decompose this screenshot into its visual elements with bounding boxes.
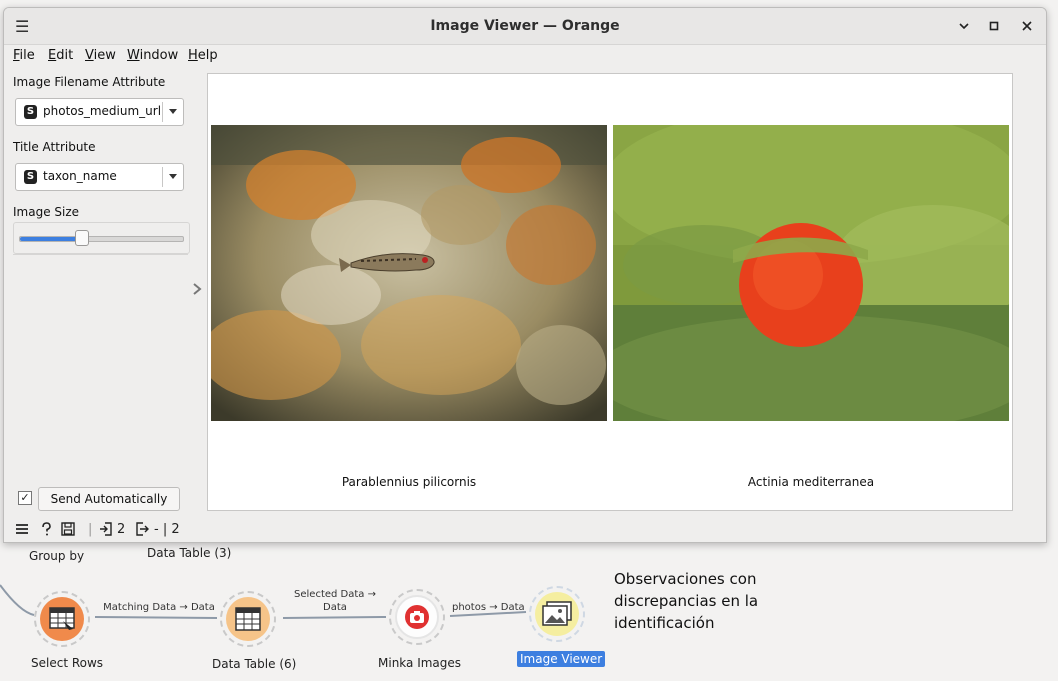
title-attribute-combo[interactable]: S taxon_name bbox=[15, 163, 184, 191]
image-filename-label: Image Filename Attribute bbox=[13, 75, 166, 89]
send-automatically-button[interactable]: Send Automatically bbox=[38, 487, 180, 511]
link-label-selected-data: Selected Data → Data bbox=[294, 589, 376, 613]
input-icon[interactable] bbox=[99, 522, 113, 540]
image-size-slider-handle[interactable] bbox=[74, 230, 89, 246]
image-caption-2: Actinia mediterranea bbox=[747, 475, 875, 489]
title-bar[interactable]: ☰ Image Viewer — Orange bbox=[4, 8, 1046, 45]
link-label-photos-data: photos → Data bbox=[452, 602, 525, 613]
menu-window[interactable]: Window bbox=[127, 48, 178, 63]
camera-icon bbox=[405, 605, 429, 629]
help-icon[interactable] bbox=[39, 522, 53, 540]
menu-view[interactable]: View bbox=[85, 48, 116, 63]
node-image-viewer[interactable] bbox=[529, 586, 585, 642]
menu-file[interactable]: File bbox=[13, 48, 35, 63]
send-automatically-checkbox[interactable]: ✓ bbox=[18, 491, 32, 505]
link-data-table-minka[interactable] bbox=[282, 616, 387, 619]
string-type-icon: S bbox=[24, 170, 37, 184]
output-icon[interactable] bbox=[135, 522, 149, 540]
image-size-slider-fill bbox=[20, 237, 82, 241]
maximize-icon bbox=[989, 21, 999, 31]
menu-hamburger-icon[interactable] bbox=[15, 522, 29, 540]
window-title: Image Viewer — Orange bbox=[430, 18, 620, 34]
title-attribute-label: Title Attribute bbox=[13, 140, 96, 154]
image-view-area[interactable]: Parablennius pilicornis Actinia mediterr… bbox=[207, 73, 1013, 511]
image-filename-value: photos_medium_url bbox=[43, 104, 162, 118]
input-count: 2 bbox=[117, 522, 126, 537]
maximize-button[interactable] bbox=[984, 16, 1004, 36]
menu-edit[interactable]: Edit bbox=[48, 48, 73, 63]
node-label-data-table-6: Data Table (6) bbox=[212, 657, 297, 671]
reef-fish-photo bbox=[211, 125, 607, 421]
image-thumbnail-2[interactable] bbox=[613, 125, 1009, 421]
node-select-rows[interactable] bbox=[34, 591, 90, 647]
link-label-matching-data: Matching Data → Data bbox=[103, 602, 215, 613]
image-viewer-window: ☰ Image Viewer — Orange File Edit View W… bbox=[3, 7, 1047, 543]
status-bar: | 2 - | 2 bbox=[4, 518, 1046, 542]
image-size-label: Image Size bbox=[13, 205, 80, 219]
image-thumbnail-1[interactable] bbox=[211, 125, 607, 421]
chevron-down-icon bbox=[169, 174, 177, 179]
menu-bar: File Edit View Window Help bbox=[4, 45, 1046, 67]
minimize-icon bbox=[959, 23, 969, 30]
minimize-button[interactable] bbox=[954, 16, 974, 36]
string-type-icon: S bbox=[24, 105, 37, 119]
collapse-panel-arrow-icon[interactable] bbox=[191, 282, 203, 300]
node-data-table-6[interactable] bbox=[220, 591, 276, 647]
node-minka-images[interactable] bbox=[389, 589, 445, 645]
select-rows-icon bbox=[49, 607, 75, 630]
close-button[interactable] bbox=[1017, 16, 1037, 36]
menu-help[interactable]: Help bbox=[188, 48, 218, 63]
node-label-select-rows: Select Rows bbox=[31, 656, 104, 670]
title-attribute-value: taxon_name bbox=[43, 169, 117, 183]
canvas-annotation[interactable]: Observaciones con discrepancias en la id… bbox=[614, 568, 814, 634]
image-filename-combo[interactable]: S photos_medium_url bbox=[15, 98, 184, 126]
anemone-photo bbox=[613, 125, 1009, 421]
node-label-minka-images: Minka Images bbox=[378, 656, 462, 670]
control-panel: Image Filename Attribute S photos_medium… bbox=[4, 68, 196, 513]
output-count: - | 2 bbox=[154, 522, 180, 537]
link-select-rows-data-table[interactable] bbox=[94, 616, 218, 619]
image-caption-1: Parablennius pilicornis bbox=[341, 475, 477, 489]
data-table-icon bbox=[235, 607, 261, 631]
chevron-down-icon bbox=[169, 109, 177, 114]
node-label-group-by: Group by bbox=[29, 549, 85, 563]
node-label-data-table-3: Data Table (3) bbox=[147, 546, 232, 560]
image-size-slider[interactable] bbox=[19, 236, 184, 242]
node-label-image-viewer[interactable]: Image Viewer bbox=[517, 651, 606, 667]
image-size-box bbox=[13, 222, 190, 254]
image-viewer-icon bbox=[542, 601, 572, 626]
save-icon[interactable] bbox=[61, 522, 75, 540]
incoming-link[interactable] bbox=[0, 584, 35, 616]
close-icon bbox=[1022, 21, 1032, 31]
